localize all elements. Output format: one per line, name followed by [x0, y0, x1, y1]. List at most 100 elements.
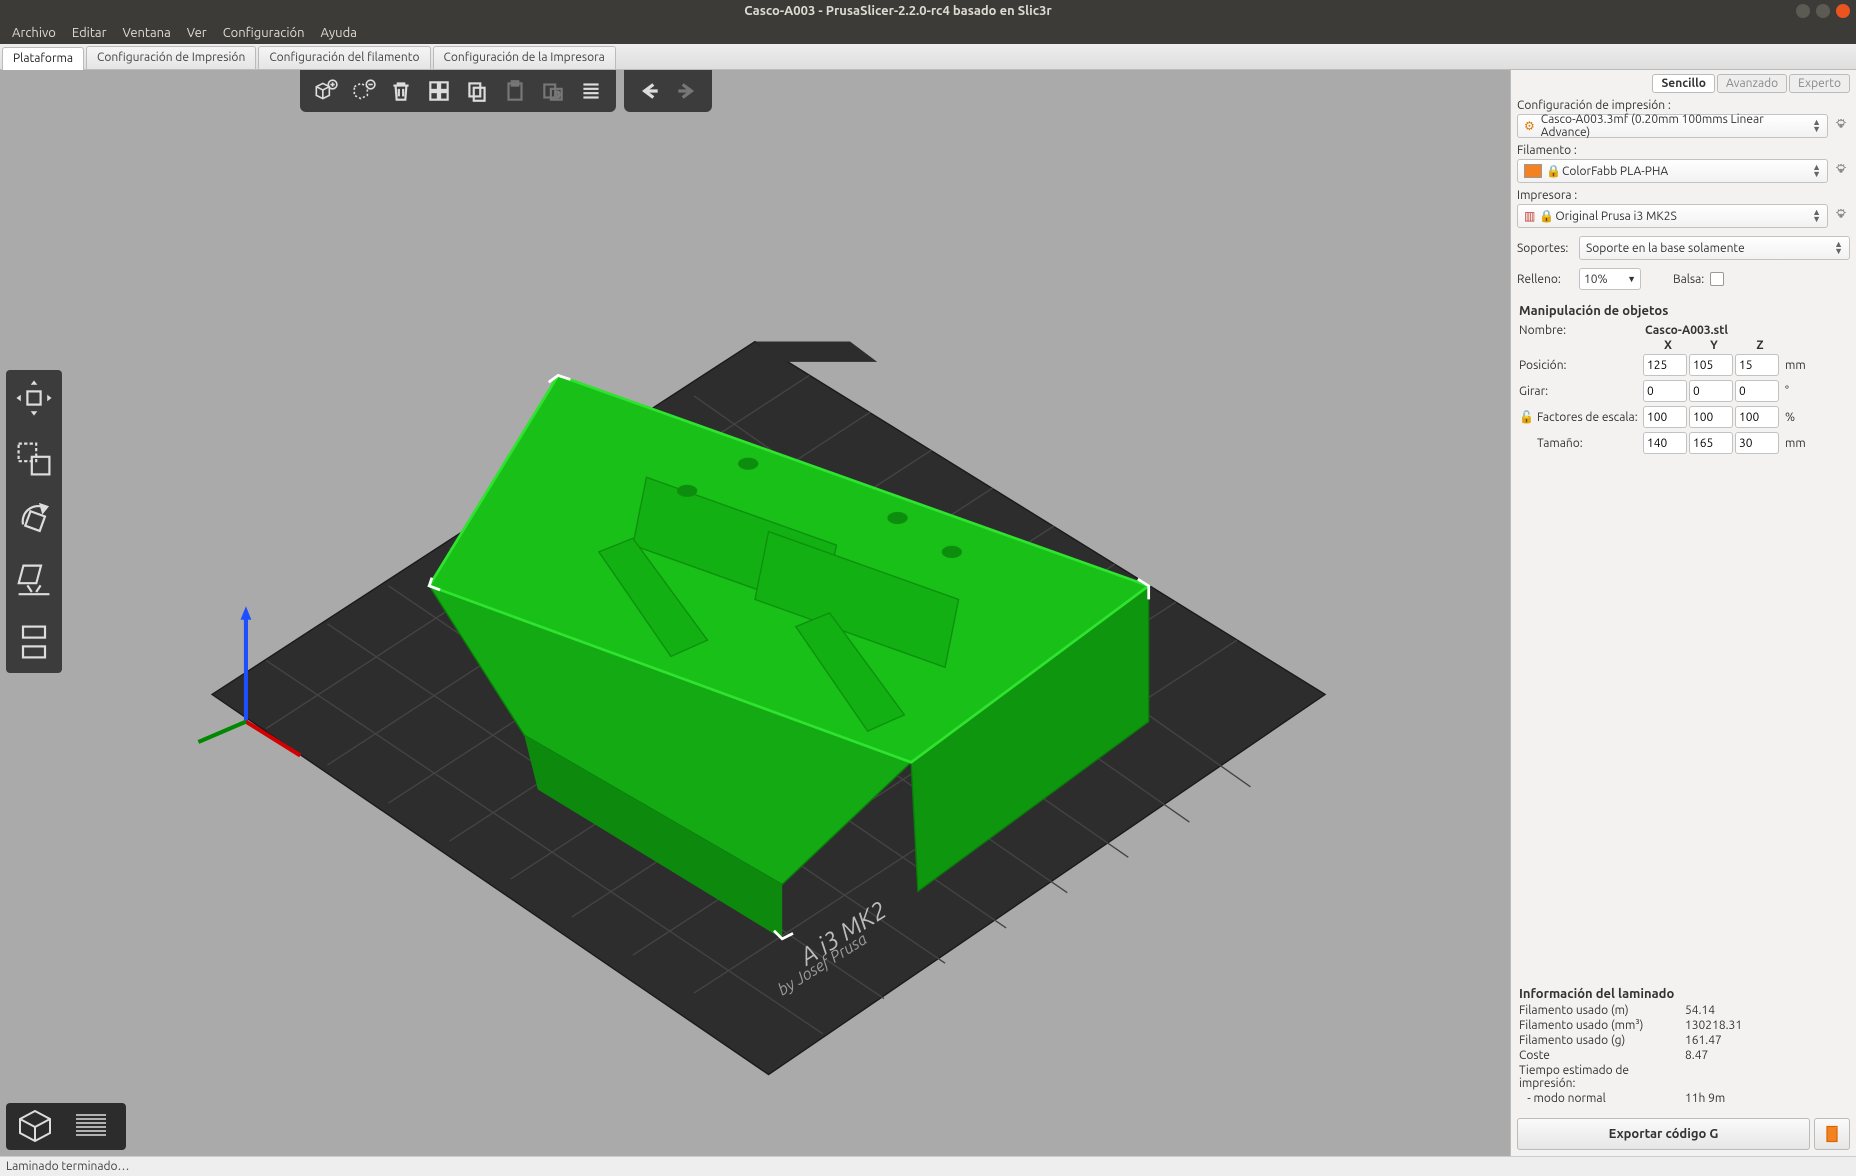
filament-label: Filamento :: [1517, 144, 1850, 157]
scale-tool-button[interactable]: [12, 437, 56, 484]
export-gcode-button[interactable]: Exportar código G: [1517, 1118, 1810, 1150]
scale-y-input[interactable]: [1689, 406, 1733, 428]
tab-configuracion-impresora[interactable]: Configuración de la Impresora: [433, 46, 616, 69]
arrange-button[interactable]: [422, 74, 456, 108]
delete-all-button[interactable]: [384, 74, 418, 108]
window-maximize-icon[interactable]: [1816, 4, 1830, 18]
mode-sencillo[interactable]: Sencillo: [1652, 74, 1714, 93]
cost-value: 8.47: [1685, 1049, 1708, 1062]
rotate-z-input[interactable]: [1735, 380, 1779, 402]
scale-x-input[interactable]: [1643, 406, 1687, 428]
view-3d-button[interactable]: [10, 1107, 60, 1146]
top-toolbar: 0: [300, 70, 720, 112]
right-sidebar: Sencillo Avanzado Experto Configuración …: [1510, 70, 1856, 1156]
rotate-x-input[interactable]: [1643, 380, 1687, 402]
status-text: Laminado terminado…: [6, 1160, 129, 1173]
filament-edit-button[interactable]: [1832, 162, 1850, 180]
tabstrip: Plataforma Configuración de Impresión Co…: [0, 44, 1856, 70]
scale-z-input[interactable]: [1735, 406, 1779, 428]
split-to-parts-button[interactable]: [574, 74, 608, 108]
printer-select[interactable]: ▥ 🔒 Original Prusa i3 MK2S ▲▼: [1517, 204, 1828, 228]
lock-icon: 🔒: [1546, 164, 1558, 178]
move-tool-button[interactable]: [12, 376, 56, 423]
infill-select[interactable]: 10% ▼: [1579, 268, 1641, 290]
instances-button[interactable]: 0: [536, 74, 570, 108]
window-titlebar: Casco-A003 - PrusaSlicer-2.2.0-rc4 basad…: [0, 0, 1856, 22]
position-x-input[interactable]: [1643, 354, 1687, 376]
size-label: Tamaño:: [1519, 437, 1641, 450]
filament-mm3-label: Filamento usado (mm³): [1519, 1019, 1685, 1032]
menu-ver[interactable]: Ver: [179, 24, 215, 42]
lock-scale-icon[interactable]: 🔓: [1519, 410, 1533, 424]
size-y-input[interactable]: [1689, 432, 1733, 454]
menu-editar[interactable]: Editar: [64, 24, 115, 42]
supports-label: Soportes:: [1517, 242, 1573, 255]
position-unit: mm: [1785, 359, 1806, 372]
print-config-edit-button[interactable]: [1832, 117, 1850, 135]
filament-color-swatch: [1524, 164, 1542, 178]
print-config-label: Configuración de impresión :: [1517, 99, 1850, 112]
menu-configuracion[interactable]: Configuración: [215, 24, 313, 42]
object-name-value: Casco-A003.stl: [1645, 324, 1728, 337]
view-layers-button[interactable]: [66, 1107, 116, 1146]
infill-value: 10%: [1584, 273, 1608, 286]
brim-label: Balsa:: [1673, 273, 1704, 286]
paste-button[interactable]: [498, 74, 532, 108]
size-x-input[interactable]: [1643, 432, 1687, 454]
printer-label: Impresora :: [1517, 189, 1850, 202]
col-z: Z: [1737, 339, 1783, 352]
rotate-tool-button[interactable]: [12, 498, 56, 545]
col-y: Y: [1691, 339, 1737, 352]
tab-plataforma[interactable]: Plataforma: [2, 47, 84, 70]
scale-label: Factores de escala:: [1537, 411, 1641, 424]
time-mode-label: - modo normal: [1519, 1092, 1685, 1105]
add-object-button[interactable]: [308, 74, 342, 108]
position-y-input[interactable]: [1689, 354, 1733, 376]
menu-archivo[interactable]: Archivo: [4, 24, 64, 42]
viewport-3d[interactable]: A i3 MK2 by Josef Prusa: [0, 70, 1510, 1156]
filament-m-value: 54.14: [1685, 1004, 1715, 1017]
left-toolbar: [6, 370, 62, 673]
position-z-input[interactable]: [1735, 354, 1779, 376]
mode-avanzado[interactable]: Avanzado: [1717, 74, 1787, 93]
remove-object-button[interactable]: [346, 74, 380, 108]
menu-ventana[interactable]: Ventana: [115, 24, 179, 42]
copy-button[interactable]: [460, 74, 494, 108]
size-z-input[interactable]: [1735, 432, 1779, 454]
rotate-label: Girar:: [1519, 385, 1641, 398]
rotate-y-input[interactable]: [1689, 380, 1733, 402]
mode-experto[interactable]: Experto: [1789, 74, 1850, 93]
redo-button[interactable]: [670, 74, 704, 108]
window-title: Casco-A003 - PrusaSlicer-2.2.0-rc4 basad…: [744, 4, 1052, 18]
filament-m-label: Filamento usado (m): [1519, 1004, 1685, 1017]
filament-select[interactable]: 🔒 ColorFabb PLA-PHA ▲▼: [1517, 159, 1828, 183]
cost-label: Coste: [1519, 1049, 1685, 1062]
brim-checkbox[interactable]: [1710, 272, 1724, 286]
export-sd-button[interactable]: [1814, 1118, 1850, 1150]
view-mode-switch: [6, 1103, 126, 1150]
mode-bar: Sencillo Avanzado Experto: [1511, 70, 1856, 97]
print-config-value: Casco-A003.3mf (0.20mm 100mms Linear Adv…: [1541, 113, 1812, 139]
place-on-face-button[interactable]: [12, 559, 56, 606]
window-close-icon[interactable]: [1836, 4, 1850, 18]
supports-value: Soporte en la base solamente: [1586, 242, 1745, 255]
time-label: Tiempo estimado de impresión:: [1519, 1064, 1685, 1090]
undo-button[interactable]: [632, 74, 666, 108]
print-config-select[interactable]: ⚙ Casco-A003.3mf (0.20mm 100mms Linear A…: [1517, 114, 1828, 138]
filament-value: ColorFabb PLA-PHA: [1562, 165, 1668, 178]
printer-icon: ▥: [1524, 209, 1535, 223]
window-minimize-icon[interactable]: [1796, 4, 1810, 18]
object-panel: Manipulación de objetos Nombre: Casco-A0…: [1511, 294, 1856, 462]
tab-configuracion-impresion[interactable]: Configuración de Impresión: [86, 46, 256, 69]
printer-edit-button[interactable]: [1832, 207, 1850, 225]
time-mode-value: 11h 9m: [1685, 1092, 1725, 1105]
tab-configuracion-filamento[interactable]: Configuración del filamento: [258, 46, 430, 69]
lock-icon: 🔒: [1539, 209, 1551, 223]
supports-select[interactable]: Soporte en la base solamente ▲▼: [1579, 236, 1850, 260]
menu-ayuda[interactable]: Ayuda: [313, 24, 365, 42]
rotate-unit: °: [1785, 385, 1789, 398]
position-label: Posición:: [1519, 359, 1641, 372]
scale-unit: %: [1785, 411, 1795, 424]
infill-label: Relleno:: [1517, 273, 1573, 286]
cut-tool-button[interactable]: [12, 620, 56, 667]
